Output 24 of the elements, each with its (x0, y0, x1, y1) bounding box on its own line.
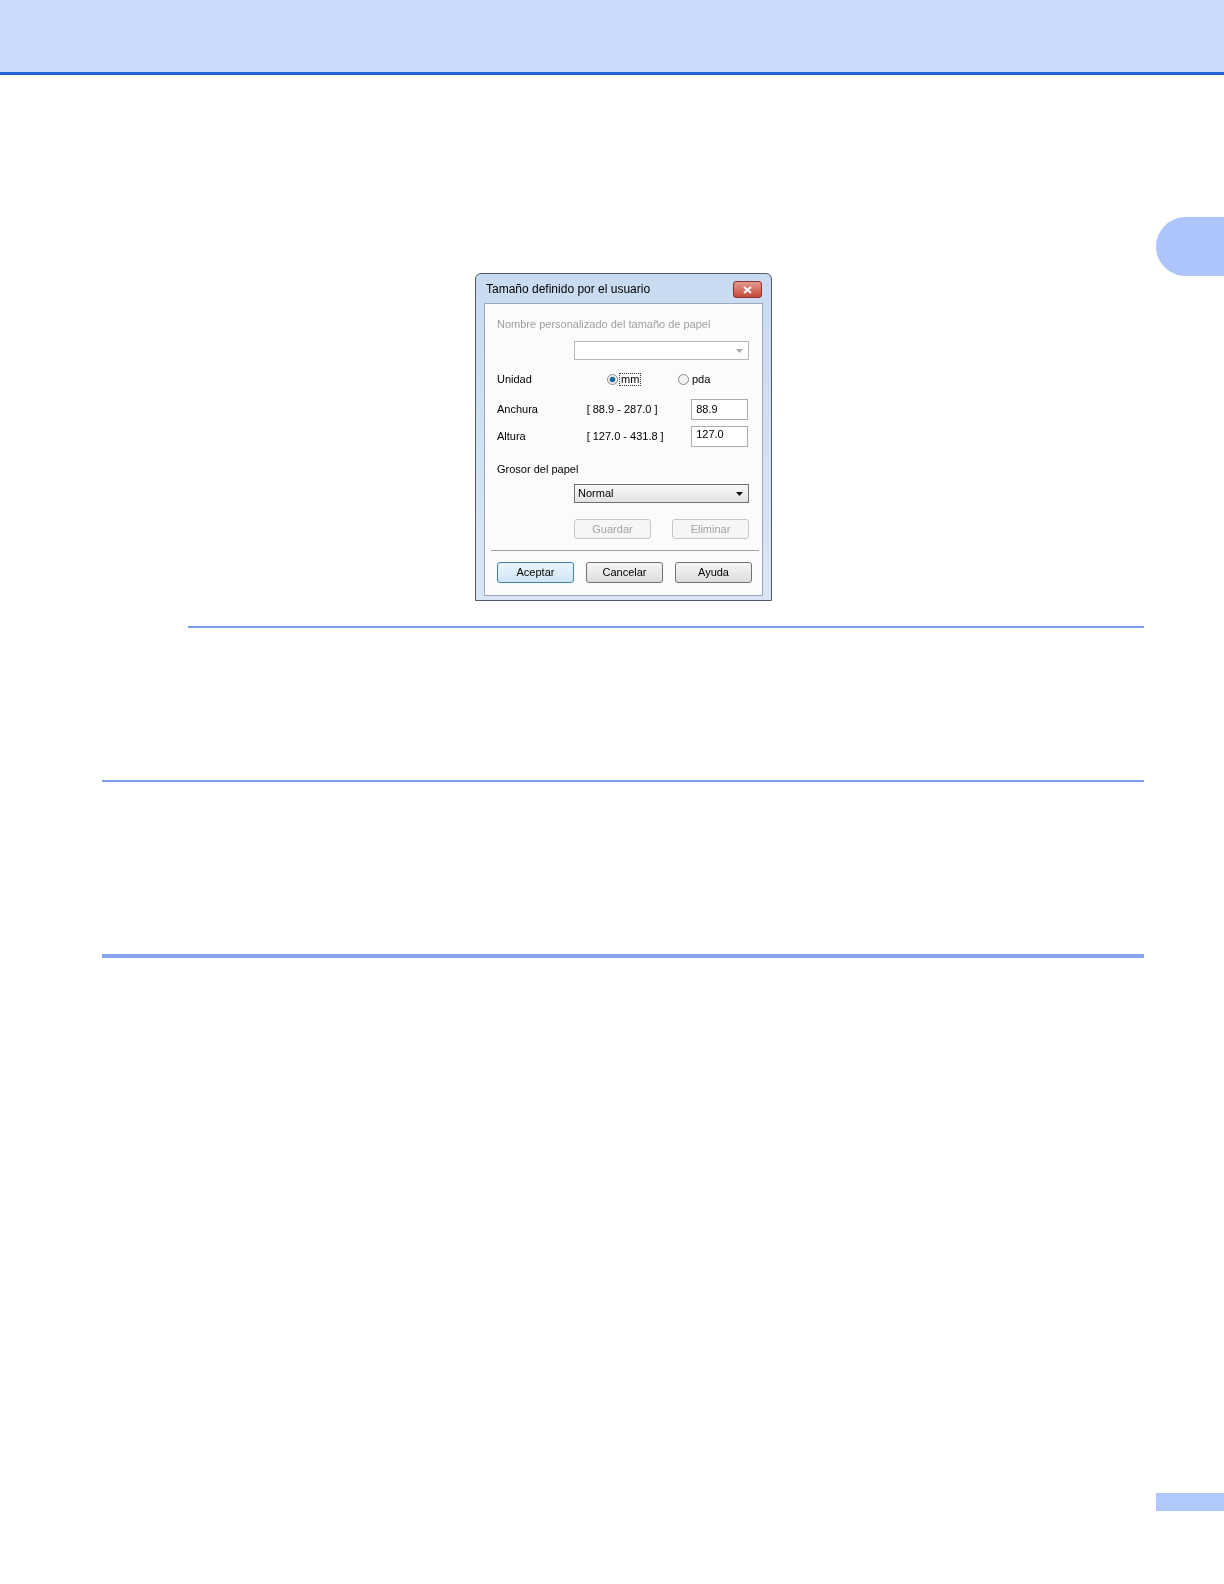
page-number-box (1156, 1493, 1224, 1511)
field-label: Anchura (497, 404, 539, 415)
dropdown-arrow-icon (736, 348, 743, 353)
range-text: [ 88.9 - 287.0 ] (586, 404, 659, 415)
close-icon (743, 285, 752, 294)
thickness-select[interactable]: Normal (574, 484, 749, 503)
number-input[interactable]: 88.9 (691, 399, 748, 420)
number-input[interactable]: 127.0 (691, 426, 748, 447)
field-label: Grosor del papel (497, 463, 580, 475)
close-button[interactable] (733, 281, 762, 298)
dialog-button[interactable]: Ayuda (675, 562, 752, 583)
radio-selected-icon[interactable] (607, 373, 618, 385)
dropdown-arrow-icon (736, 491, 743, 496)
field-label: Unidad (497, 373, 533, 385)
field-label: Altura (497, 431, 527, 442)
dialog-title: Tamaño definido por el usuario (486, 280, 651, 298)
field-label: Nombre personalizado del tamaño de papel (497, 318, 712, 330)
radio-empty-icon[interactable] (678, 373, 689, 385)
radio-label[interactable]: mm (620, 373, 641, 385)
range-text: [ 127.0 - 431.8 ] (586, 431, 665, 442)
dialog-button[interactable]: Cancelar (586, 562, 663, 583)
radio-label[interactable]: pda (691, 373, 712, 385)
margin-marker (1156, 217, 1224, 276)
dialog-button[interactable]: Aceptar (497, 562, 574, 583)
